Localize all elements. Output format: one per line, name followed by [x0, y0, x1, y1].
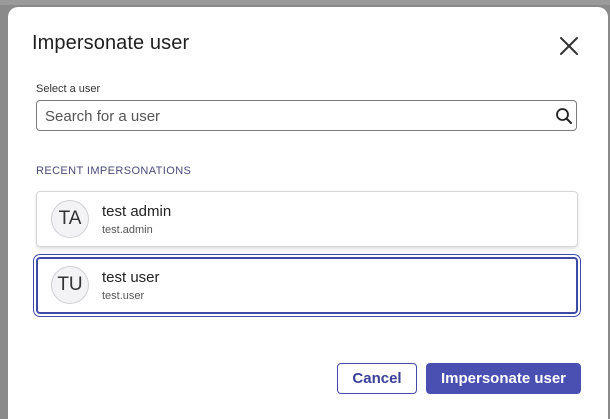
- recent-user-card-selected[interactable]: TU test user test.user: [36, 257, 578, 314]
- recent-user-card[interactable]: TA test admin test.admin: [36, 191, 578, 247]
- avatar: TU: [51, 266, 89, 304]
- user-display-name: test admin: [102, 203, 172, 220]
- recent-impersonations-heading: RECENT IMPERSONATIONS: [36, 165, 192, 177]
- search-icon[interactable]: [555, 107, 573, 125]
- user-username: test.user: [102, 290, 145, 302]
- close-icon: [560, 37, 578, 55]
- impersonate-user-dialog: Impersonate user Select a user RECENT IM…: [8, 7, 608, 419]
- dialog-title: Impersonate user: [32, 32, 190, 54]
- background-app-strip: [0, 0, 610, 5]
- avatar: TA: [51, 200, 89, 238]
- user-search-box[interactable]: [36, 100, 577, 131]
- user-search-input[interactable]: [45, 106, 545, 126]
- cancel-button[interactable]: Cancel: [337, 363, 417, 394]
- select-user-label: Select a user: [36, 83, 101, 95]
- close-button[interactable]: [558, 35, 580, 57]
- user-username: test.admin: [102, 224, 153, 236]
- impersonate-user-button[interactable]: Impersonate user: [426, 363, 581, 394]
- user-display-name: test user: [102, 269, 160, 286]
